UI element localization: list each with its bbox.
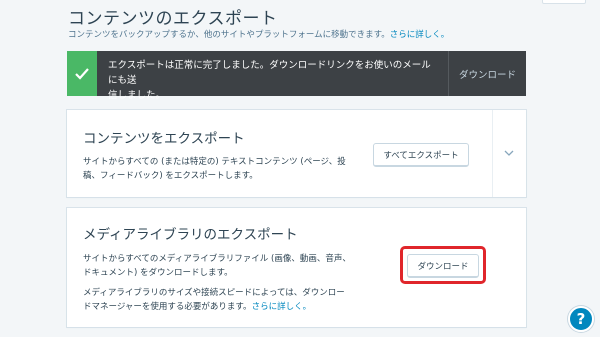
media-library-title: メディアライブラリのエクスポート <box>83 227 298 243</box>
export-content-card: コンテンツをエクスポート サイトからすべての (または特定の) テキストコンテン… <box>67 110 526 197</box>
help-icon[interactable]: ? <box>568 306 594 332</box>
media-library-note-line1: メディアライブラリのサイズや接続スピードによっては、ダウンロー <box>83 288 345 298</box>
media-library-description-line1: サイトからすべてのメディアライブラリファイル (画像、動画、音声、 <box>83 254 351 264</box>
media-library-description-line2: ドキュメント) をダウンロードします。 <box>83 268 233 278</box>
media-library-note: メディアライブラリのサイズや接続スピードによっては、ダウンロー ドマネージャーを… <box>83 286 383 314</box>
card-divider <box>492 110 493 197</box>
media-library-description: サイトからすべてのメディアライブラリファイル (画像、動画、音声、 ドキュメント… <box>83 252 383 280</box>
page-subtitle-text: コンテンツをバックアップするか、他のサイトやプラットフォームに移動できます。 <box>68 30 390 40</box>
chevron-down-icon[interactable] <box>504 148 514 158</box>
media-library-note-line2: ドマネージャーを使用する必要があります。 <box>83 302 252 312</box>
download-button[interactable]: ダウンロード <box>407 254 479 278</box>
notice-message-line1: エクスポートは正常に完了しました。ダウンロードリンクをお使いのメールにも送 <box>108 60 431 86</box>
notice-message: エクスポートは正常に完了しました。ダウンロードリンクをお使いのメールにも送 信し… <box>97 51 448 101</box>
page-subtitle: コンテンツをバックアップするか、他のサイトやプラットフォームに移動できます。さら… <box>68 28 449 40</box>
learn-more-link[interactable]: さらに詳しく。 <box>390 30 450 40</box>
export-content-description-line2: 稿、フィードバック) をエクスポートします。 <box>83 171 258 181</box>
media-learn-more-link[interactable]: さらに詳しく。 <box>252 302 312 312</box>
notice-download-button[interactable]: ダウンロード <box>448 51 526 96</box>
page-title: コンテンツのエクスポート <box>68 9 278 29</box>
export-content-title: コンテンツをエクスポート <box>83 131 245 147</box>
success-notice: エクスポートは正常に完了しました。ダウンロードリンクをお使いのメールにも送 信し… <box>67 51 526 101</box>
notice-message-line2: 信しました。 <box>108 90 166 101</box>
media-library-card: メディアライブラリのエクスポート サイトからすべてのメディアライブラリファイル … <box>67 208 526 327</box>
export-content-description: サイトからすべての (または特定の) テキストコンテンツ (ページ、投 稿、フィ… <box>83 155 383 183</box>
checkmark-icon <box>67 51 97 96</box>
top-right-control[interactable] <box>542 0 586 4</box>
export-all-button[interactable]: すべてエクスポート <box>373 143 469 167</box>
export-content-description-line1: サイトからすべての (または特定の) テキストコンテンツ (ページ、投 <box>83 157 346 167</box>
